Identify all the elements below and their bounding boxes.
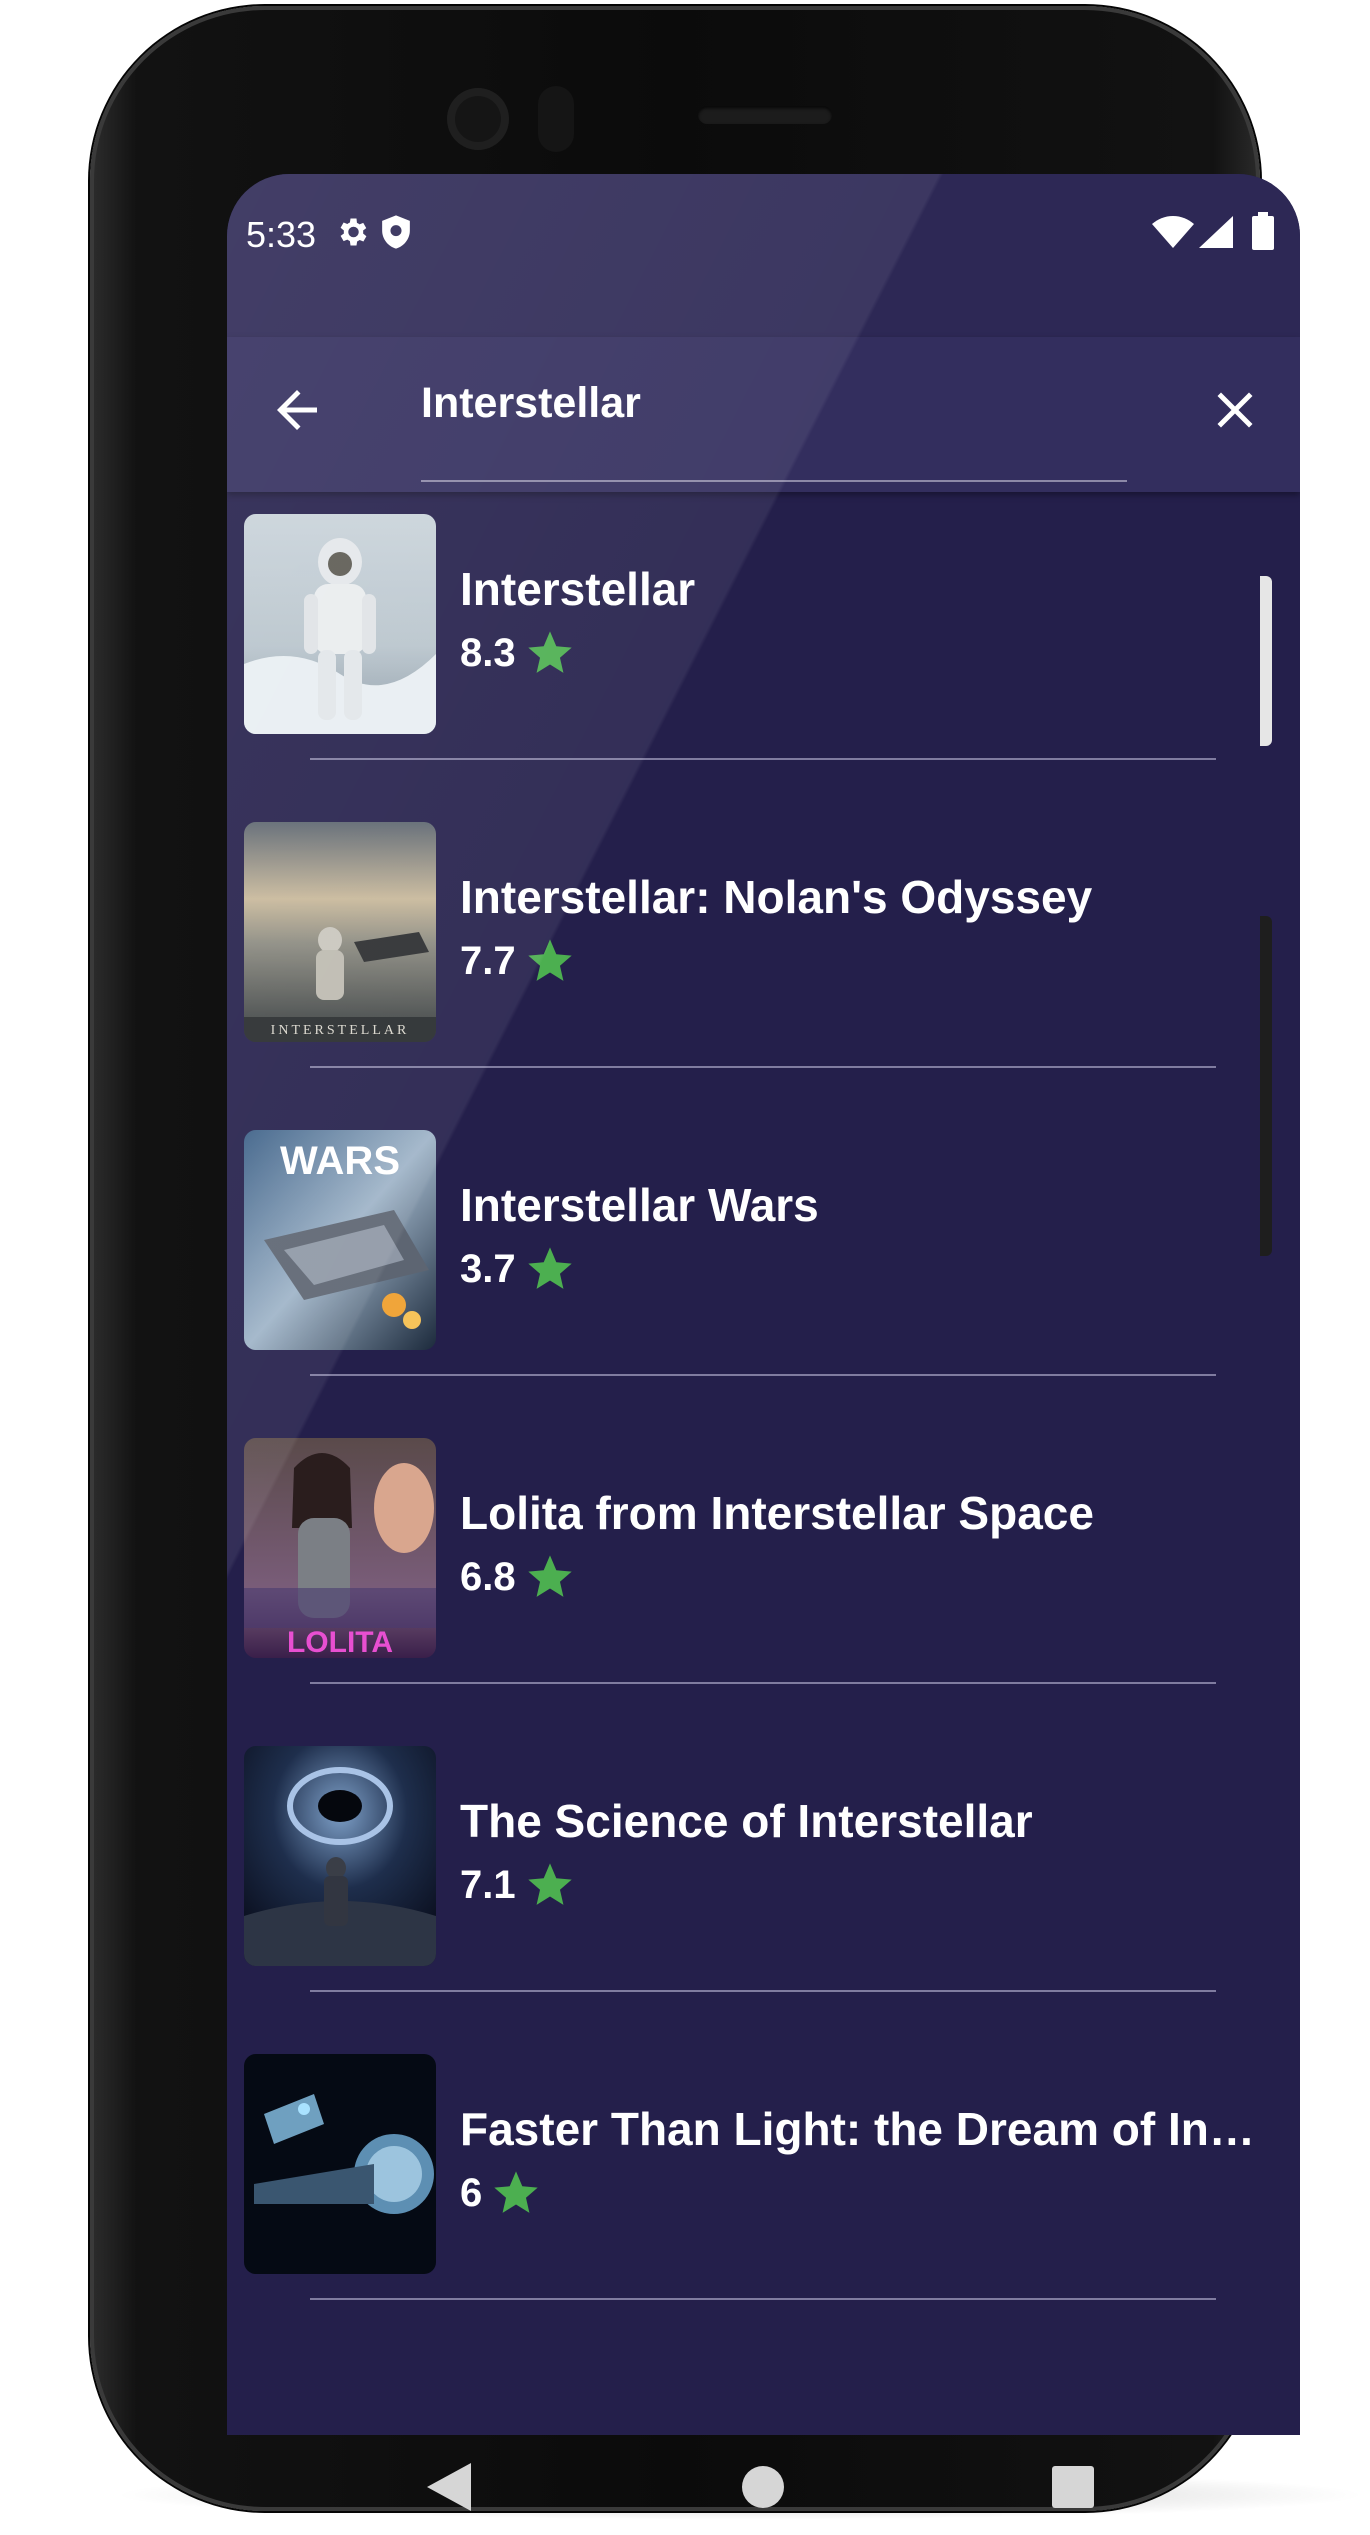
back-button[interactable] xyxy=(267,380,327,440)
navigation-bar xyxy=(227,2435,1300,2535)
rating: 7.7 xyxy=(460,935,576,987)
search-app-bar xyxy=(227,337,1300,492)
rating: 6 xyxy=(460,2167,542,2219)
poster-image xyxy=(244,514,436,734)
star-icon xyxy=(527,939,572,981)
rating-value: 6.8 xyxy=(460,1554,516,1599)
list-item[interactable]: Faster Than Light: the Dream of Interste… xyxy=(227,2054,1300,2354)
rating-value: 6 xyxy=(460,2170,483,2215)
nav-home-button[interactable] xyxy=(741,2465,785,2514)
svg-text:WARS: WARS xyxy=(280,1139,400,1183)
shield-icon xyxy=(379,214,413,255)
poster-image: WARS xyxy=(244,1130,436,1350)
recents-square-icon xyxy=(1052,2466,1094,2508)
list-item[interactable]: LOLITA Lolita from Interstellar Space 6.… xyxy=(227,1438,1300,1738)
rating: 7.1 xyxy=(460,1859,576,1911)
poster-image: LOLITA xyxy=(244,1438,436,1658)
movie-title: The Science of Interstellar xyxy=(460,1795,1033,1847)
list-divider xyxy=(310,1374,1216,1376)
back-triangle-icon xyxy=(427,2463,471,2511)
close-icon xyxy=(1217,392,1253,428)
rating-value: 8.3 xyxy=(460,630,516,675)
phone-frame: 5:33 Interstellar Interstellar 8.3 INTER… xyxy=(90,6,1300,2511)
movie-title: Lolita from Interstellar Space xyxy=(460,1487,1094,1539)
list-divider xyxy=(310,1990,1216,1992)
list-divider xyxy=(310,1066,1216,1068)
clear-search-button[interactable] xyxy=(1205,380,1265,440)
volume-button xyxy=(1260,576,1272,746)
settings-gear-icon xyxy=(334,214,370,255)
list-item[interactable]: The Science of Interstellar 7.1 xyxy=(227,1746,1300,2046)
signal-icon xyxy=(1199,216,1233,253)
screen: 5:33 Interstellar Interstellar 8.3 INTER… xyxy=(227,174,1300,2435)
search-input[interactable] xyxy=(421,373,1121,433)
star-icon xyxy=(494,2171,538,2213)
wifi-icon xyxy=(1152,216,1194,253)
home-circle-icon xyxy=(742,2466,784,2508)
battery-icon xyxy=(1252,212,1274,255)
star-icon xyxy=(527,1247,572,1289)
rating-value: 7.7 xyxy=(460,938,516,983)
movie-title: Interstellar Wars xyxy=(460,1179,819,1231)
list-item[interactable]: Interstellar 8.3 xyxy=(227,514,1300,814)
list-item[interactable]: WARS Interstellar Wars 3.7 xyxy=(227,1130,1300,1430)
list-divider xyxy=(310,1682,1216,1684)
svg-text:INTERSTELLAR: INTERSTELLAR xyxy=(271,1023,410,1038)
nav-recents-button[interactable] xyxy=(1052,2466,1094,2513)
list-divider xyxy=(310,758,1216,760)
rating-value: 7.1 xyxy=(460,1862,516,1907)
rating: 6.8 xyxy=(460,1551,576,1603)
star-icon xyxy=(527,1863,572,1905)
movie-title: Faster Than Light: the Dream of Interste… xyxy=(460,2103,1260,2155)
star-icon xyxy=(527,631,572,673)
poster-image: INTERSTELLAR xyxy=(244,822,436,1042)
status-time: 5:33 xyxy=(246,214,317,255)
poster-image xyxy=(244,2054,436,2274)
svg-text:LOLITA: LOLITA xyxy=(287,1626,393,1658)
rating-value: 3.7 xyxy=(460,1246,516,1291)
poster-image xyxy=(244,1746,436,1966)
movie-title: Interstellar xyxy=(460,563,696,615)
rating: 8.3 xyxy=(460,627,576,679)
rating: 3.7 xyxy=(460,1243,576,1295)
movie-title: Interstellar: Nolan's Odyssey xyxy=(460,871,1093,923)
list-divider xyxy=(310,2298,1216,2300)
front-camera xyxy=(447,88,509,150)
search-underline xyxy=(421,480,1127,482)
list-item[interactable]: INTERSTELLAR Interstellar: Nolan's Odyss… xyxy=(227,822,1300,1122)
arrow-left-icon xyxy=(277,390,317,430)
earpiece-speaker xyxy=(698,106,832,124)
power-button xyxy=(1260,916,1272,1256)
front-sensor xyxy=(538,86,574,152)
nav-back-button[interactable] xyxy=(427,2463,471,2516)
star-icon xyxy=(527,1555,572,1597)
status-bar: 5:33 xyxy=(227,174,1300,337)
